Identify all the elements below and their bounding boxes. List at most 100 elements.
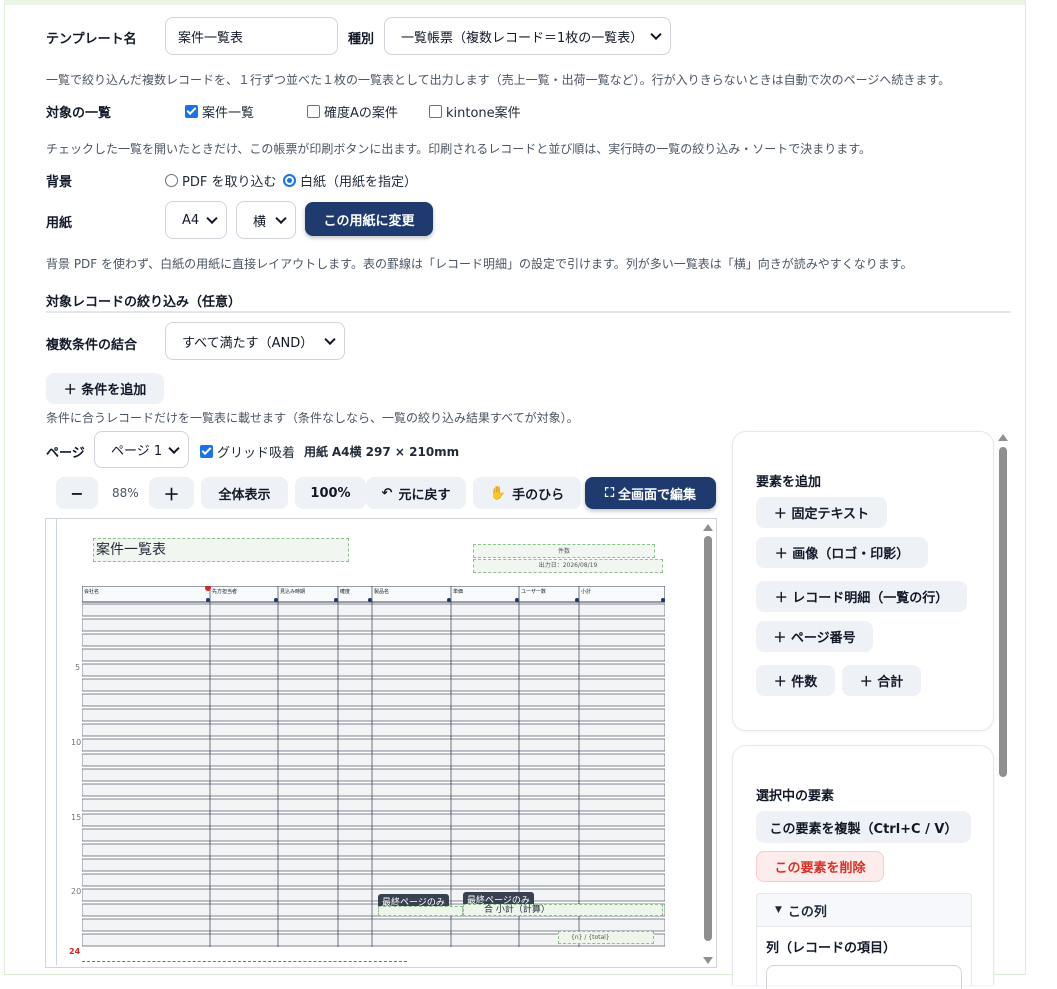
template-type-select[interactable]: 一覧帳票（複数レコード＝1枚の一覧表） bbox=[384, 17, 671, 55]
target-list-label-2: 確度Aの案件 bbox=[324, 106, 398, 121]
canvas-page-number[interactable]: {n} / {total} bbox=[558, 931, 654, 944]
target-list-label-1: 案件一覧 bbox=[202, 106, 255, 121]
paper-description: 背景 PDF を使わず、白紙の用紙に直接レイアウトします。表の罫線は「レコード明… bbox=[46, 257, 913, 271]
checkbox-icon bbox=[307, 105, 320, 118]
table-header-cell[interactable]: 見込み時期 bbox=[280, 588, 305, 595]
table-header-cell[interactable]: ユーザー数 bbox=[521, 588, 546, 595]
table-header-cell[interactable]: 確度 bbox=[340, 588, 350, 595]
layout-canvas[interactable]: 案件一覧表 件数 出力日：2026/08/19 会社名 先方担当者 見込み時期 確度 製… bbox=[45, 518, 717, 968]
table-row bbox=[81, 828, 666, 842]
page-select[interactable]: ページ 1 bbox=[94, 431, 189, 468]
canvas-scrollbar[interactable] bbox=[704, 536, 712, 941]
selected-element-title: 選択中の要素 bbox=[756, 789, 835, 804]
table-row bbox=[81, 678, 666, 692]
table-row bbox=[81, 753, 666, 767]
table-continue-marker bbox=[82, 961, 407, 965]
fullscreen-label: 全画面で編集 bbox=[618, 487, 697, 503]
resize-handle-icon[interactable] bbox=[447, 598, 451, 602]
column-section-body: 列（レコードの項目） bbox=[756, 927, 972, 989]
table-row bbox=[81, 768, 666, 782]
row-number: 20 bbox=[71, 887, 82, 896]
add-image-button[interactable]: ＋ 画像（ロゴ・印影） bbox=[756, 537, 928, 568]
page-label: ページ bbox=[46, 446, 85, 461]
paper-orientation-select[interactable]: 横 bbox=[236, 201, 296, 239]
table-row bbox=[81, 633, 666, 647]
hand-tool-button[interactable]: ✋ 手のひら bbox=[473, 477, 581, 509]
canvas-output-date[interactable]: 出力日：2026/08/19 bbox=[473, 559, 663, 573]
table-row bbox=[81, 843, 666, 857]
background-option-pdf[interactable]: PDF を取り込む bbox=[165, 171, 276, 190]
resize-handle-icon[interactable] bbox=[334, 598, 338, 602]
table-row bbox=[81, 663, 666, 677]
delete-element-button[interactable]: この要素を削除 bbox=[756, 851, 884, 882]
selected-element-panel: 選択中の要素 この要素を複製（Ctrl+C / V） この要素を削除 ▼ この列… bbox=[732, 745, 994, 989]
column-section-header[interactable]: ▼ この列 bbox=[756, 893, 972, 927]
undo-button[interactable]: ↶ 元に戻す bbox=[366, 477, 466, 509]
table-row bbox=[81, 783, 666, 797]
hand-label: 手のひら bbox=[512, 487, 565, 503]
sidebar-scroll-up-icon[interactable] bbox=[998, 434, 1008, 441]
table-header-cell[interactable]: 会社名 bbox=[84, 588, 99, 595]
target-list-checkbox-3[interactable]: kintone案件 bbox=[429, 102, 521, 121]
target-lists-label: 対象の一覧 bbox=[46, 106, 112, 121]
resize-handle-icon[interactable] bbox=[515, 598, 519, 602]
table-row bbox=[81, 858, 666, 872]
template-name-label: テンプレート名 bbox=[46, 32, 137, 47]
table-row bbox=[81, 873, 666, 887]
canvas-count-footer[interactable] bbox=[378, 906, 463, 916]
add-condition-button[interactable]: ＋ 条件を追加 bbox=[46, 373, 164, 404]
target-list-checkbox-2[interactable]: 確度Aの案件 bbox=[307, 102, 398, 121]
duplicate-element-button[interactable]: この要素を複製（Ctrl+C / V） bbox=[756, 811, 971, 843]
template-name-input[interactable]: 案件一覧表 bbox=[165, 17, 338, 55]
add-element-title: 要素を追加 bbox=[756, 475, 822, 490]
filter-combine-label: 複数条件の結合 bbox=[46, 338, 138, 353]
target-list-label-3: kintone案件 bbox=[446, 106, 521, 121]
apply-paper-button[interactable]: この用紙に変更 bbox=[305, 202, 433, 236]
row-number: 5 bbox=[75, 663, 81, 672]
paper-size-select[interactable]: A4 bbox=[165, 201, 227, 239]
table-header-cell[interactable]: 単価 bbox=[453, 588, 463, 595]
table-header-cell[interactable]: 製品名 bbox=[374, 588, 389, 595]
zoom-in-button[interactable]: ＋ bbox=[149, 477, 194, 509]
filter-section-title: 対象レコードの絞り込み（任意） bbox=[46, 295, 242, 310]
resize-handle-icon[interactable] bbox=[368, 598, 372, 602]
column-field-label: 列（レコードの項目） bbox=[766, 941, 897, 956]
table-row bbox=[81, 708, 666, 722]
table-header-cell[interactable]: 先方担当者 bbox=[212, 588, 237, 595]
canvas-count-element[interactable]: 件数 bbox=[473, 544, 655, 558]
paper-orientation-value: 横 bbox=[253, 214, 267, 230]
canvas-title-text[interactable]: 案件一覧表 bbox=[93, 538, 349, 562]
add-total-button[interactable]: ＋ 合計 bbox=[842, 665, 921, 696]
table-row bbox=[81, 813, 666, 827]
zoom-level: 88% bbox=[112, 486, 139, 500]
sidebar-scrollbar[interactable] bbox=[999, 447, 1007, 777]
canvas-scroll-down-icon[interactable] bbox=[703, 957, 713, 964]
zoom-100-button[interactable]: 100% bbox=[295, 477, 366, 509]
grid-snap-checkbox[interactable]: グリッド吸着 bbox=[200, 442, 295, 461]
zoom-out-button[interactable]: − bbox=[56, 477, 98, 509]
target-list-checkbox-1[interactable]: 案件一覧 bbox=[185, 102, 254, 121]
filter-combine-select[interactable]: すべて満たす（AND） bbox=[165, 322, 345, 360]
table-header-cell[interactable]: 小計 bbox=[581, 588, 591, 595]
add-record-detail-button[interactable]: ＋ レコード明細（一覧の行） bbox=[756, 581, 967, 612]
table-row bbox=[81, 888, 666, 902]
undo-label: 元に戻す bbox=[398, 487, 451, 503]
resize-handle-icon[interactable] bbox=[575, 598, 579, 602]
add-page-number-button[interactable]: ＋ ページ番号 bbox=[756, 621, 873, 652]
table-row bbox=[81, 918, 666, 932]
background-option-blank-label: 白紙（用紙を指定） bbox=[300, 175, 418, 190]
page-select-value: ページ 1 bbox=[111, 444, 163, 459]
column-field-select[interactable] bbox=[766, 965, 962, 989]
add-count-button[interactable]: ＋ 件数 bbox=[756, 665, 835, 696]
background-option-blank[interactable]: 白紙（用紙を指定） bbox=[283, 171, 417, 190]
fit-view-button[interactable]: 全体表示 bbox=[201, 477, 288, 509]
template-type-label: 種別 bbox=[348, 32, 375, 47]
fullscreen-edit-button[interactable]: ⛶ 全画面で編集 bbox=[585, 477, 716, 509]
resize-handle-icon[interactable] bbox=[274, 598, 278, 602]
canvas-total-footer[interactable]: 合 小計（計算） bbox=[463, 904, 663, 916]
hand-icon: ✋ bbox=[489, 485, 507, 501]
canvas-scroll-up-icon[interactable] bbox=[703, 524, 713, 531]
resize-handle-icon[interactable] bbox=[206, 598, 210, 602]
add-fixed-text-button[interactable]: ＋ 固定テキスト bbox=[756, 497, 887, 528]
resize-handle-icon[interactable] bbox=[661, 598, 665, 602]
